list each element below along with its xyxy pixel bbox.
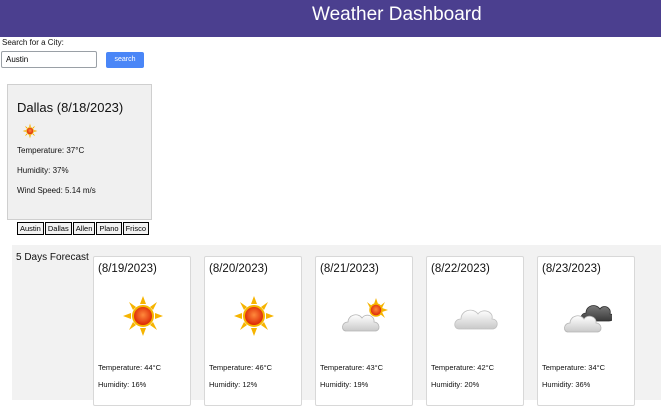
- forecast-date: (8/20/2023): [209, 263, 268, 275]
- current-city-title: Dallas (8/18/2023): [17, 100, 124, 115]
- search-label: Search for a City:: [2, 38, 64, 47]
- forecast-card: (8/23/2023) Temperature: 34°C Humidity: …: [537, 256, 635, 406]
- forecast-temperature: Temperature: 34°C: [542, 363, 606, 372]
- history-button-dallas[interactable]: Dallas: [44, 222, 72, 235]
- history-button-frisco[interactable]: Frisco: [122, 222, 149, 235]
- current-humidity: Humidity: 37%: [17, 166, 69, 175]
- city-search-input[interactable]: [1, 51, 97, 68]
- forecast-temperature: Temperature: 46°C: [209, 363, 273, 372]
- forecast-humidity: Humidity: 12%: [209, 380, 258, 389]
- partly-cloudy-icon: [342, 298, 388, 332]
- current-weather-card: Dallas (8/18/2023) Temperature: 37°C Hum…: [7, 84, 152, 220]
- forecast-card: (8/19/2023) Temperature: 44°C Humidity: …: [93, 256, 191, 406]
- forecast-humidity: Humidity: 16%: [98, 380, 147, 389]
- cloud-icon: [454, 309, 498, 330]
- forecast-date: (8/21/2023): [320, 263, 379, 275]
- search-button[interactable]: search: [106, 52, 144, 68]
- broken-clouds-icon: [564, 305, 612, 333]
- forecast-date: (8/22/2023): [431, 263, 490, 275]
- history-button-plano[interactable]: Plano: [96, 222, 122, 235]
- search-history: Austin Dallas Allen Plano Frisco: [17, 222, 150, 235]
- forecast-date: (8/23/2023): [542, 263, 601, 275]
- forecast-card: (8/21/2023) Temperature: 43°C Humidity: …: [315, 256, 413, 406]
- page-title: Weather Dashboard: [312, 4, 482, 25]
- history-button-allen[interactable]: Allen: [72, 222, 96, 235]
- forecast-temperature: Temperature: 44°C: [98, 363, 162, 372]
- sun-icon: [123, 296, 163, 336]
- forecast-temperature: Temperature: 43°C: [320, 363, 384, 372]
- current-temperature: Temperature: 37°C: [17, 146, 85, 155]
- sun-icon: [234, 296, 274, 336]
- forecast-temperature: Temperature: 42°C: [431, 363, 495, 372]
- forecast-heading: 5 Days Forecast: [16, 252, 89, 263]
- forecast-card: (8/22/2023) Temperature: 42°C Humidity: …: [426, 256, 524, 406]
- app-header: Weather Dashboard: [0, 0, 661, 37]
- forecast-card: (8/20/2023) Temperature: 46°C Humidity: …: [204, 256, 302, 406]
- forecast-humidity: Humidity: 19%: [320, 380, 369, 389]
- history-button-austin[interactable]: Austin: [17, 222, 44, 235]
- current-wind-speed: Wind Speed: 5.14 m/s: [17, 186, 96, 195]
- forecast-humidity: Humidity: 36%: [542, 380, 591, 389]
- forecast-date: (8/19/2023): [98, 263, 157, 275]
- sun-icon: [22, 123, 38, 139]
- forecast-humidity: Humidity: 20%: [431, 380, 480, 389]
- forecast-section: 5 Days Forecast (8/19/2023) Temperature:…: [12, 245, 661, 406]
